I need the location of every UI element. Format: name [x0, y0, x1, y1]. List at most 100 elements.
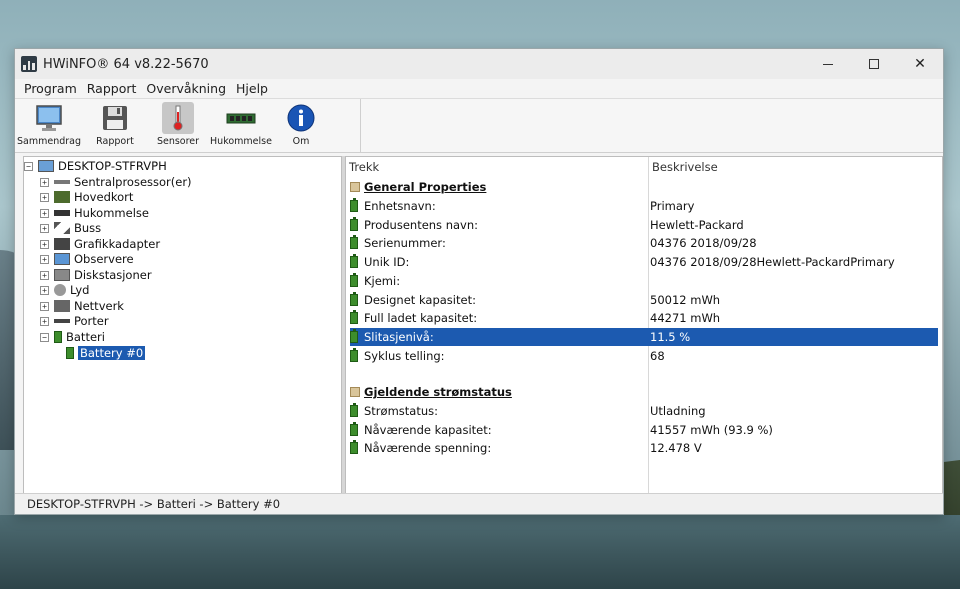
tree-item-label: Batteri	[66, 330, 105, 344]
row-label: Strømstatus:	[364, 404, 438, 418]
row-label: Produsentens navn:	[364, 218, 479, 232]
tree-item-battery[interactable]: − Batteri	[40, 329, 105, 345]
table-row[interactable]: Designet kapasitet: 50012 mWh	[350, 291, 938, 309]
table-row[interactable]: Nåværende kapasitet: 41557 mWh (93.9 %)	[350, 421, 938, 439]
row-value: Utladning	[650, 404, 706, 418]
menu-hjelp[interactable]: Hjelp	[231, 81, 273, 96]
table-row[interactable]: Nåværende spenning: 12.478 V	[350, 439, 938, 457]
window-controls: ✕	[805, 49, 943, 79]
row-label: Nåværende spenning:	[364, 441, 492, 455]
hwinfo-window: HWiNFO® 64 v8.22-5670 ✕ Program Rapport …	[14, 48, 944, 515]
collapse-icon[interactable]: −	[40, 332, 49, 342]
menu-bar: Program Rapport Overvåkning Hjelp	[15, 79, 943, 99]
row-label: Kjemi:	[364, 274, 401, 288]
expand-icon[interactable]: +	[40, 254, 49, 264]
tree-item-label: Hukommelse	[74, 206, 149, 220]
row-label: Slitasjenivå:	[364, 330, 434, 344]
battery-icon	[350, 329, 358, 343]
table-row[interactable]: Full ladet kapasitet: 44271 mWh	[350, 309, 938, 327]
tree-item-label: Lyd	[70, 283, 90, 297]
network-icon	[54, 300, 70, 312]
computer-icon	[38, 160, 54, 172]
battery-icon	[350, 254, 358, 268]
section-general-properties[interactable]: General Properties	[350, 178, 938, 196]
bus-icon	[54, 222, 70, 234]
maximize-icon	[869, 59, 879, 69]
expand-icon[interactable]: +	[40, 285, 49, 295]
battery-icon	[350, 422, 358, 436]
table-row[interactable]: Unik ID: 04376 2018/09/28Hewlett-Packard…	[350, 253, 938, 271]
menu-rapport[interactable]: Rapport	[82, 81, 142, 96]
row-value: Primary	[650, 199, 695, 213]
title-bar[interactable]: HWiNFO® 64 v8.22-5670 ✕	[15, 49, 943, 79]
table-row[interactable]: Kjemi:	[350, 272, 938, 290]
row-value: 50012 mWh	[650, 293, 721, 307]
section-power-status[interactable]: Gjeldende strømstatus	[350, 383, 938, 401]
expand-icon[interactable]: +	[40, 177, 49, 187]
tree-item-bus[interactable]: + Buss	[40, 220, 101, 236]
row-label: Full ladet kapasitet:	[364, 311, 478, 325]
tree-item-cpu[interactable]: + Sentralprosessor(er)	[40, 174, 192, 190]
toolbar-about-label: Om	[292, 136, 310, 147]
tree-root[interactable]: − DESKTOP-STFRVPH	[24, 158, 167, 174]
memory-module-icon	[225, 102, 257, 134]
minimize-icon	[823, 63, 833, 65]
table-row[interactable]: Strømstatus: Utladning	[350, 402, 938, 420]
row-value: 04376 2018/09/28Hewlett-PackardPrimary	[650, 255, 895, 269]
table-row[interactable]: Syklus telling: 68	[350, 347, 938, 365]
tree-item-network[interactable]: + Nettverk	[40, 298, 124, 314]
table-row[interactable]: Enhetsnavn: Primary	[350, 197, 938, 215]
details-pane[interactable]: Trekk Beskrivelse General Properties Enh…	[345, 156, 943, 494]
expand-icon[interactable]: +	[40, 239, 49, 249]
tree-item-monitors[interactable]: + Observere	[40, 251, 134, 267]
expand-icon[interactable]: +	[40, 208, 49, 218]
floppy-disk-icon	[99, 102, 131, 134]
close-button[interactable]: ✕	[897, 49, 943, 79]
collapse-icon[interactable]: −	[24, 161, 33, 171]
cpu-icon	[54, 180, 70, 184]
tree-item-drives[interactable]: + Diskstasjoner	[40, 267, 152, 283]
tree-item-motherboard[interactable]: + Hovedkort	[40, 189, 133, 205]
toolbar-memory-button[interactable]: Hukommelse	[210, 102, 272, 147]
speaker-icon	[54, 284, 66, 296]
table-row-selected[interactable]: Slitasjenivå: 11.5 %	[350, 328, 938, 346]
row-value: 41557 mWh (93.9 %)	[650, 423, 773, 437]
expand-icon[interactable]: +	[40, 270, 49, 280]
column-header-description[interactable]: Beskrivelse	[652, 157, 718, 177]
section-title: Gjeldende strømstatus	[364, 385, 512, 399]
menu-program[interactable]: Program	[19, 81, 82, 96]
toolbar-sensors-button[interactable]: Sensorer	[157, 102, 199, 147]
port-icon	[54, 319, 70, 323]
device-tree[interactable]: − DESKTOP-STFRVPH + Sentralprosessor(er)…	[23, 156, 342, 494]
expand-icon[interactable]: +	[40, 301, 49, 311]
row-value: 44271 mWh	[650, 311, 721, 325]
tree-item-battery-0[interactable]: Battery #0	[66, 345, 146, 361]
toolbar-summary-button[interactable]: Sammendrag	[17, 102, 81, 147]
toolbar-report-button[interactable]: Rapport	[95, 102, 135, 147]
column-header-feature[interactable]: Trekk	[349, 157, 379, 177]
battery-icon	[350, 273, 358, 287]
expand-icon[interactable]: +	[40, 223, 49, 233]
toolbar-about-button[interactable]: Om	[283, 102, 319, 147]
table-row[interactable]: Produsentens navn: Hewlett-Packard	[350, 216, 938, 234]
battery-icon	[350, 310, 358, 324]
toolbar: Sammendrag Rapport Sensorer Hukommelse O…	[15, 99, 943, 153]
expand-icon[interactable]: +	[40, 192, 49, 202]
minimize-button[interactable]	[805, 49, 851, 79]
battery-icon	[350, 440, 358, 454]
tree-item-label: Diskstasjoner	[74, 268, 152, 282]
tree-root-label: DESKTOP-STFRVPH	[58, 159, 167, 173]
row-label: Unik ID:	[364, 255, 410, 269]
tree-item-ports[interactable]: + Porter	[40, 313, 109, 329]
maximize-button[interactable]	[851, 49, 897, 79]
section-icon	[350, 182, 360, 192]
row-label: Designet kapasitet:	[364, 293, 476, 307]
thermometer-icon	[162, 102, 194, 134]
tree-item-audio[interactable]: + Lyd	[40, 282, 89, 298]
menu-overvaakning[interactable]: Overvåkning	[141, 81, 231, 96]
expand-icon[interactable]: +	[40, 316, 49, 326]
tree-item-graphics[interactable]: + Grafikkadapter	[40, 236, 160, 252]
main-content: − DESKTOP-STFRVPH + Sentralprosessor(er)…	[15, 156, 943, 494]
tree-item-memory[interactable]: + Hukommelse	[40, 205, 149, 221]
table-row[interactable]: Serienummer: 04376 2018/09/28	[350, 234, 938, 252]
